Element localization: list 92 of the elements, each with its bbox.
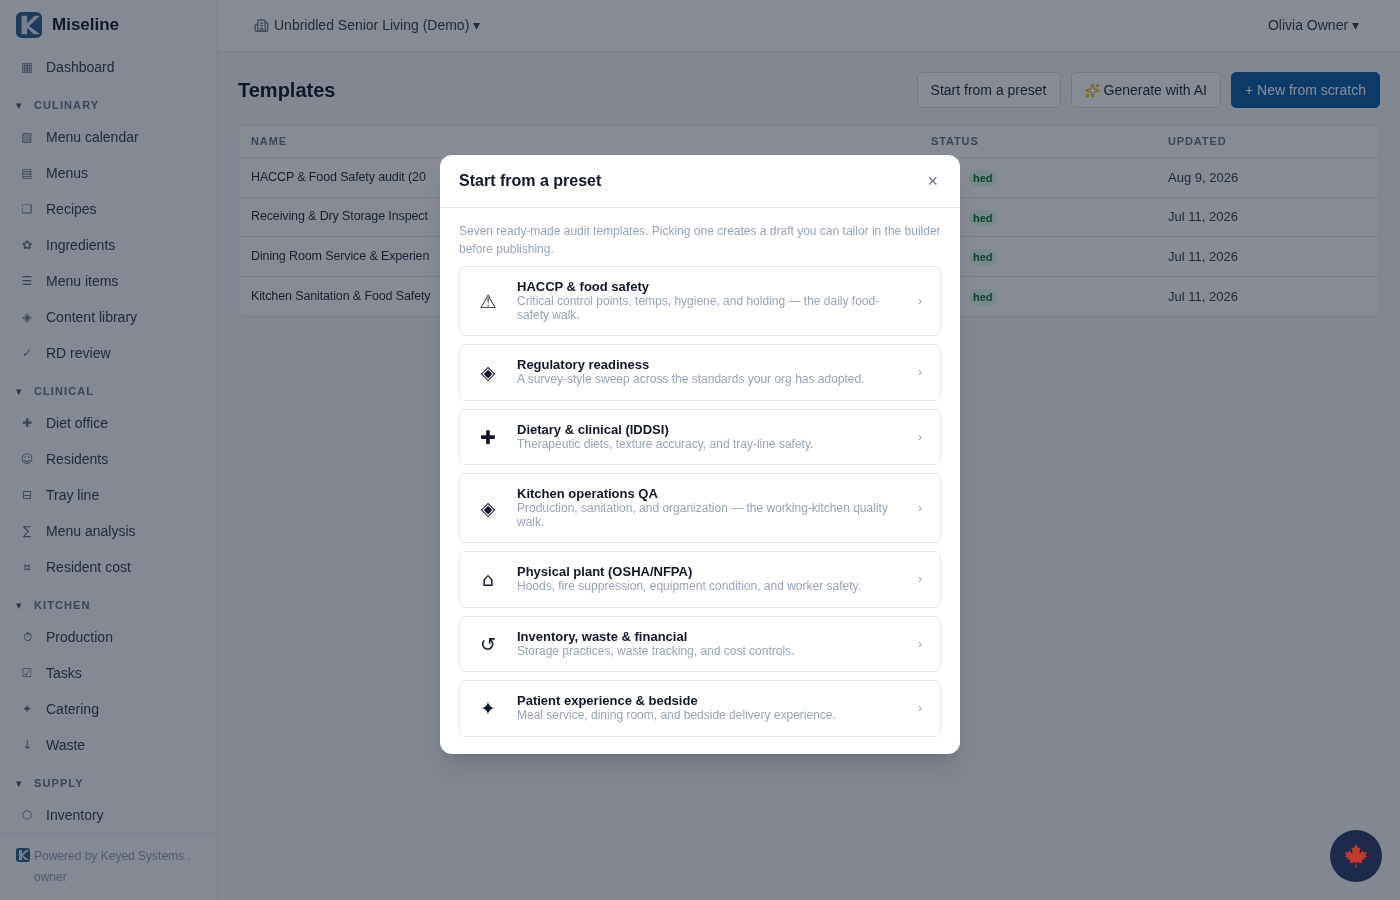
- table-cell-text: HACCP & Food Safety audit (20: [251, 168, 426, 186]
- preset-description: Storage practices, waste tracking, and cost controls.: [517, 643, 796, 658]
- nav-item[interactable]: ▧ Menu calendar: [0, 119, 217, 155]
- preset-title: Dietary & clinical (IDDSI): [517, 422, 670, 437]
- preset-title: Regulatory readiness: [517, 358, 651, 373]
- nav-item[interactable]: ▦ Dashboard: [0, 49, 217, 85]
- dialog-description: Seven ready-made audit templates. Picking one creates a draft you can tailor in the builder before publishing.: [459, 223, 941, 258]
- preset-icon: ⌂: [478, 565, 498, 594]
- nav-item[interactable]: ☑ Tasks: [0, 655, 217, 691]
- preset-description: Hoods, fire suppression, equipment condition, and worker safety.: [517, 579, 862, 594]
- preset-title: Patient experience & bedside: [517, 694, 699, 709]
- preset-title: Physical plant (OSHA/NFPA): [517, 565, 694, 580]
- nav-item[interactable]: ⬡ Inventory: [0, 797, 217, 833]
- preset-title: Kitchen operations QA: [517, 487, 659, 501]
- nav-item[interactable]: ✿ Ingredients: [0, 227, 217, 263]
- nav-item[interactable]: ✚ Diet office: [0, 405, 217, 441]
- preset-option[interactable]: ◈ Kitchen operations QA Production, sanitation, and organization — the working-kitchen quality walk. ›: [459, 473, 941, 543]
- preset-option[interactable]: ⌂ Physical plant (OSHA/NFPA) Hoods, fire suppression, equipment condition, and worker safety. ›: [459, 551, 941, 608]
- building-icon: [254, 18, 269, 33]
- dialog-title: Start from a preset: [459, 171, 602, 191]
- nav-item[interactable]: ✦ Catering: [0, 691, 217, 727]
- nav-item[interactable]: ☰ Menu items: [0, 263, 217, 299]
- status-badge: hed: [969, 209, 997, 227]
- table-cell-text: Kitchen Sanitation & Food Safety: [251, 287, 431, 305]
- preset-description: Therapeutic diets, texture accuracy, and tray-line safety.: [517, 436, 815, 451]
- nav-item[interactable]: ▤ Menus: [0, 155, 217, 191]
- caret-icon[interactable]: ▾: [16, 774, 24, 792]
- nav-item[interactable]: ⊟ Tray line: [0, 477, 217, 513]
- preset-description: A survey-style sweep across the standards your org has adopted.: [517, 372, 866, 387]
- preset-option[interactable]: ◈ Regulatory readiness A survey-style sweep across the standards your org has adopted. ›: [459, 344, 941, 401]
- sparkles-icon: [1084, 82, 1100, 98]
- chevron-icon: ›: [918, 427, 922, 446]
- logo-icon: [16, 11, 42, 38]
- table-cell-text: Receiving & Dry Storage Inspect: [251, 208, 428, 226]
- preset-option[interactable]: ↺ Inventory, waste & financial Storage practices, waste tracking, and cost controls. ›: [459, 615, 941, 672]
- status-badge: hed: [969, 289, 997, 306]
- column-header: NAME: [251, 134, 288, 150]
- preset-description: Critical control points, temps, hygiene, and holding — the daily food-safety walk.: [517, 294, 881, 322]
- caret-icon[interactable]: ▾: [16, 382, 24, 400]
- status-badge: hed: [969, 170, 997, 187]
- assistant-button[interactable]: [1330, 830, 1382, 882]
- column-header: UPDATED: [1168, 134, 1228, 150]
- table-cell-text: Jul 11, 2026: [1168, 287, 1239, 306]
- new-button[interactable]: + New from scratch: [1231, 72, 1380, 108]
- chevron-icon: ›: [918, 363, 922, 382]
- column-header: STATUS: [931, 134, 980, 150]
- generate-button[interactable]: Generate with AI: [1070, 72, 1221, 108]
- page-title: Templates: [238, 78, 336, 103]
- maple-leaf-icon: [1344, 844, 1368, 868]
- close-button[interactable]: ×: [924, 167, 941, 195]
- table-cell-text: Dining Room Service & Experien: [251, 247, 430, 265]
- preset-option[interactable]: ✚ Dietary & clinical (IDDSI) Therapeutic diets, texture accuracy, and tray-line safety. ›: [459, 408, 941, 465]
- nav-item[interactable]: ↓ Waste: [0, 727, 217, 763]
- section-heading: SUPPLY: [34, 775, 84, 791]
- preset-icon: ✚: [478, 422, 498, 451]
- nav-item[interactable]: ✓ RD review: [0, 335, 217, 371]
- chevron-icon: ›: [918, 699, 922, 718]
- preset-icon: ⚠: [478, 286, 498, 316]
- preset-description: Meal service, dining room, and bedside delivery experience.: [517, 708, 837, 723]
- table-cell-text: Aug 9, 2026: [1168, 168, 1240, 187]
- chevron-icon: ›: [918, 499, 922, 517]
- preset-icon: ↺: [478, 629, 498, 658]
- chevron-icon: ›: [918, 570, 922, 589]
- preset-description: Production, sanitation, and organization — the working-kitchen quality walk.: [517, 501, 889, 529]
- caret-icon[interactable]: ▾: [16, 96, 24, 114]
- table-cell-text: Jul 11, 2026: [1168, 208, 1239, 226]
- nav-item[interactable]: ❏ Recipes: [0, 191, 217, 227]
- app-name: Miseline: [52, 13, 120, 36]
- section-heading: KITCHEN: [34, 597, 91, 613]
- preset-option[interactable]: ⚠ HACCP & food safety Critical control points, temps, hygiene, and holding — the daily food-safety walk. ›: [459, 266, 941, 336]
- preset-title: Inventory, waste & financial: [517, 629, 689, 644]
- org-selector[interactable]: Unbridled Senior Living (Demo) ▾: [254, 15, 481, 36]
- preset-button[interactable]: Start from a preset: [916, 72, 1061, 108]
- preset-icon: ◈: [478, 358, 498, 387]
- logo-icon: [16, 848, 30, 862]
- nav-item[interactable]: ☺ Residents: [0, 441, 217, 477]
- table-cell-text: Jul 11, 2026: [1168, 247, 1239, 266]
- nav-item[interactable]: ∑ Menu analysis: [0, 513, 217, 549]
- nav-item[interactable]: ⏱ Production: [0, 619, 217, 655]
- chevron-icon: ›: [918, 634, 922, 653]
- caret-icon[interactable]: ▾: [16, 596, 24, 614]
- section-heading: CLINICAL: [34, 383, 95, 399]
- preset-option[interactable]: ✦ Patient experience & bedside Meal service, dining room, and bedside delivery experience. ›: [459, 680, 941, 737]
- preset-title: HACCP & food safety: [517, 280, 650, 294]
- nav-item[interactable]: ¤ Resident cost: [0, 549, 217, 585]
- status-badge: hed: [969, 249, 997, 266]
- section-heading: CULINARY: [34, 97, 100, 113]
- user-menu[interactable]: Olivia Owner ▾: [1267, 15, 1364, 36]
- preset-icon: ✦: [478, 694, 498, 723]
- chevron-icon: ›: [918, 292, 922, 310]
- nav-item[interactable]: ◈ Content library: [0, 299, 217, 335]
- preset-icon: ◈: [478, 493, 498, 523]
